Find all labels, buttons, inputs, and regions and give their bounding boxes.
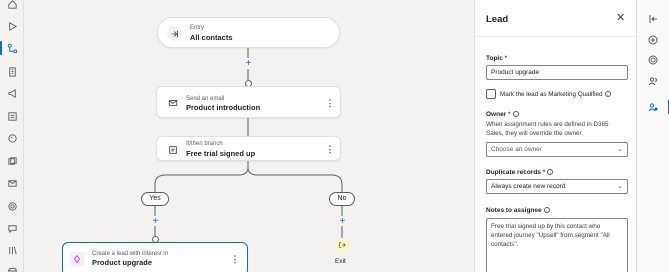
library-icon[interactable] (4, 243, 20, 257)
close-icon[interactable]: ✕ (616, 13, 625, 24)
lead-step-title: Product upgrade (92, 258, 153, 267)
megaphone-icon[interactable] (4, 86, 20, 100)
entry-sub: Entry (190, 25, 205, 31)
home-icon[interactable] (4, 0, 20, 11)
duplicate-value: Always create new record (491, 183, 566, 190)
owner-help-text: When assignment rules are defined in D36… (486, 121, 609, 137)
more-options-icon[interactable]: ⋮ (231, 253, 240, 265)
info-icon[interactable]: i (543, 207, 550, 214)
lead-step-sub: Create a lead with interest in (92, 251, 169, 257)
list-icon[interactable] (4, 109, 20, 123)
lead-icon[interactable] (647, 100, 669, 114)
database-icon[interactable] (4, 265, 20, 272)
target-icon[interactable] (4, 199, 20, 213)
duplicate-dropdown[interactable]: Always create new record ⌄ (486, 179, 628, 194)
right-tool-rail (636, 0, 669, 272)
info-icon[interactable]: i (512, 111, 519, 118)
add-step-plus[interactable]: + (244, 59, 253, 69)
collapse-icon[interactable] (647, 13, 659, 25)
yes-branch-pill[interactable]: Yes (141, 192, 169, 206)
more-options-icon[interactable]: ⋮ (326, 143, 335, 155)
palette-icon[interactable] (4, 131, 20, 145)
add-step-plus[interactable]: + (151, 217, 160, 227)
entry-icon (167, 26, 182, 41)
lead-icon (70, 252, 84, 266)
mql-label: Mark the lead as Marketing Qualified i (500, 91, 611, 98)
mql-checkbox[interactable] (486, 89, 496, 99)
play-icon[interactable] (4, 19, 20, 33)
branch-step-sub: If/then branch (186, 141, 223, 147)
layers-icon[interactable] (4, 154, 20, 168)
people-icon[interactable] (647, 75, 659, 87)
journey-canvas[interactable]: Entry All contacts + Send an email Produ… (24, 0, 474, 272)
chat-icon[interactable] (4, 221, 20, 235)
divider (475, 36, 637, 37)
branch-icon (166, 143, 180, 157)
email-step-node[interactable]: Send an email Product introduction ⋮ (156, 86, 341, 118)
exit-icon (335, 238, 349, 252)
create-lead-node[interactable]: Create a lead with interest in Product u… (62, 242, 248, 272)
duplicate-label: Duplicate records * i (486, 169, 554, 176)
owner-placeholder: Choose an owner (491, 146, 542, 153)
topic-input[interactable]: Product upgrade (486, 65, 628, 80)
mail-icon[interactable] (4, 176, 20, 190)
email-step-sub: Send an email (186, 96, 225, 102)
owner-dropdown[interactable]: Choose an owner ⌄ (486, 142, 628, 157)
more-options-icon[interactable]: ⋮ (326, 97, 335, 109)
exit-label: Exit (335, 258, 346, 265)
journey-icon[interactable] (0, 41, 20, 55)
branch-step-node[interactable]: If/then branch Free trial signed up ⋮ (156, 136, 341, 161)
notes-label: Notes to assignee i (486, 207, 550, 214)
chevron-down-icon: ⌄ (617, 146, 623, 153)
branch-step-title: Free trial signed up (186, 149, 256, 158)
panel-title: Lead (486, 14, 509, 25)
mail-icon (166, 96, 180, 110)
add-circle-icon[interactable] (647, 34, 659, 46)
info-icon[interactable]: i (604, 91, 611, 98)
no-branch-pill[interactable]: No (329, 192, 355, 206)
building-icon[interactable] (4, 64, 20, 78)
lead-properties-panel: Lead ✕ Topic * Product upgrade Mark the … (474, 0, 637, 272)
topic-label: Topic * (486, 55, 508, 62)
chevron-down-icon: ⌄ (617, 183, 623, 190)
target-icon[interactable] (647, 54, 659, 66)
notes-textarea[interactable]: Free trial signed up by this contact who… (486, 218, 628, 272)
email-step-title: Product introduction (186, 103, 261, 112)
entry-title: All contacts (190, 33, 233, 42)
add-step-plus[interactable]: + (338, 217, 347, 227)
owner-label: Owner * i (486, 111, 519, 118)
left-nav-rail (0, 0, 24, 272)
info-icon[interactable]: i (547, 169, 554, 176)
entry-node[interactable]: Entry All contacts (157, 17, 340, 48)
